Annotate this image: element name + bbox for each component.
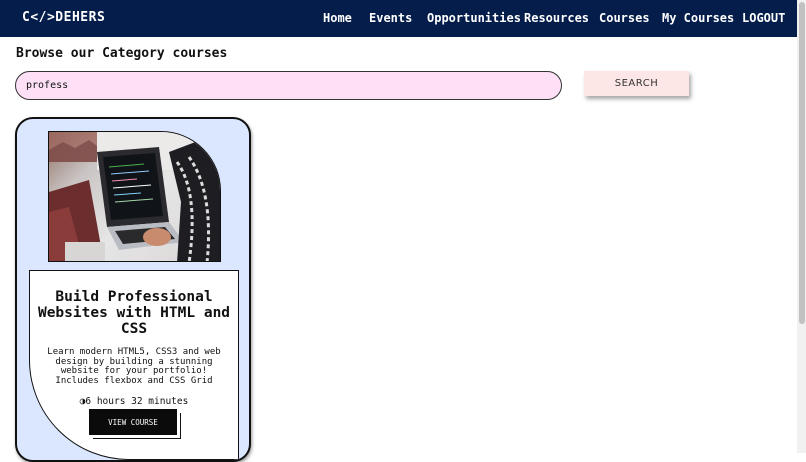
course-duration: ◑6 hours 32 minutes <box>30 396 238 407</box>
nav-link-opportunities[interactable]: Opportunities <box>427 11 521 25</box>
nav-link-resources[interactable]: Resources <box>524 11 589 25</box>
nav-link-home[interactable]: Home <box>323 11 352 25</box>
top-navbar: C</>DEHERS Home Events Opportunities Res… <box>0 0 797 37</box>
search-input[interactable] <box>15 71 562 100</box>
scrollbar-thumb[interactable] <box>799 2 805 324</box>
view-course-button[interactable]: VIEW COURSE <box>89 409 177 435</box>
nav-link-courses[interactable]: Courses <box>599 11 650 25</box>
page-heading: Browse our Category courses <box>16 46 228 61</box>
nav-link-events[interactable]: Events <box>369 11 412 25</box>
nav-link-logout[interactable]: LOGOUT <box>742 11 785 25</box>
course-title: Build Professional Websites with HTML an… <box>37 289 231 337</box>
nav-link-my-courses[interactable]: My Courses <box>662 11 734 25</box>
course-card-body: Build Professional Websites with HTML an… <box>29 270 239 460</box>
course-duration-text: 6 hours 32 minutes <box>85 396 189 407</box>
course-card: Build Professional Websites with HTML an… <box>15 117 251 462</box>
course-description: Learn modern HTML5, CSS3 and web design … <box>47 347 221 387</box>
site-logo[interactable]: C</>DEHERS <box>22 10 105 25</box>
course-thumbnail-image <box>48 131 221 262</box>
search-button[interactable]: SEARCH <box>584 71 689 96</box>
